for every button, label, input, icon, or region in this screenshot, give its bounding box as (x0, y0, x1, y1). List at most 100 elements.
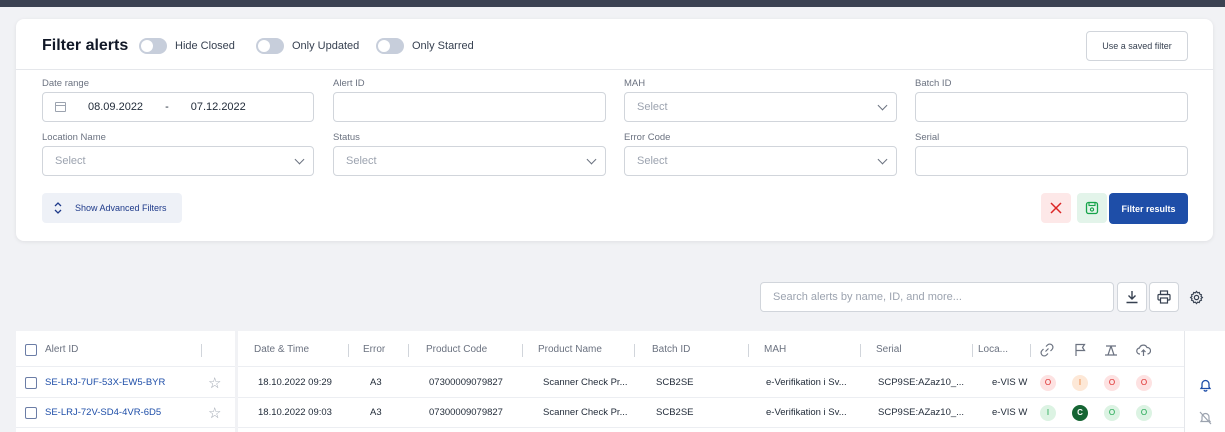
col-datetime[interactable]: Date & Time (254, 333, 309, 366)
cell-batch-id: SCB2SE (656, 407, 694, 418)
print-button[interactable] (1149, 282, 1179, 312)
status-badge[interactable]: O (1136, 404, 1152, 421)
cell-product-name: Scanner Check Pr... (543, 407, 628, 418)
close-icon (1050, 202, 1062, 214)
status-badge[interactable]: O (1136, 374, 1152, 391)
chevron-up-down-icon (54, 202, 62, 214)
alert-id-link[interactable]: SE-LRJ-72V-SD4-4VR-6D5 (45, 407, 161, 418)
chevron-down-icon (294, 154, 305, 165)
hide-closed-toggle[interactable]: Hide Closed (139, 38, 235, 54)
column-separator (408, 344, 409, 357)
date-range-field[interactable]: 08.09.2022 - 07.12.2022 (42, 92, 314, 122)
clear-filters-button[interactable] (1041, 193, 1071, 223)
chevron-down-icon (586, 154, 597, 165)
status-icon[interactable] (1104, 333, 1118, 366)
col-location[interactable]: Loca... (978, 333, 1008, 366)
calendar-icon (55, 102, 66, 112)
alerts-table-left: Alert ID SE-LRJ-7UF-53X-EW5-BYR ☆ SE-LRJ… (16, 331, 235, 432)
alert-id-link[interactable]: SE-LRJ-7UF-53X-EW5-BYR (45, 377, 165, 388)
column-separator (972, 344, 973, 357)
alert-id-label: Alert ID (333, 78, 365, 89)
col-batch-id[interactable]: Batch ID (652, 333, 690, 366)
error-code-label: Error Code (624, 132, 671, 143)
column-separator (522, 344, 523, 357)
status-badge[interactable]: O (1104, 404, 1120, 421)
batch-id-input[interactable] (915, 92, 1188, 122)
flag-icon[interactable] (1074, 333, 1087, 366)
only-starred-toggle[interactable]: Only Starred (376, 38, 474, 54)
settings-button[interactable] (1181, 282, 1211, 312)
alert-id-input[interactable] (333, 92, 606, 122)
row-checkbox[interactable] (25, 376, 37, 389)
use-saved-filter-button[interactable]: Use a saved filter (1086, 31, 1188, 61)
cell-datetime: 18.10.2022 09:29 (258, 377, 332, 388)
row-actions-column (1184, 331, 1225, 432)
star-icon[interactable]: ☆ (208, 374, 221, 392)
location-name-label: Location Name (42, 132, 106, 143)
only-updated-toggle[interactable]: Only Updated (256, 38, 359, 54)
cell-datetime: 18.10.2022 09:03 (258, 407, 332, 418)
table-row[interactable]: SE-LRJ-72V-SD4-4VR-6D5 ☆ (16, 398, 235, 428)
chevron-down-icon (877, 100, 888, 111)
download-icon (1126, 291, 1138, 304)
batch-id-label: Batch ID (915, 78, 952, 89)
serial-input[interactable] (915, 146, 1188, 176)
download-button[interactable] (1117, 282, 1147, 312)
col-error[interactable]: Error (363, 333, 385, 366)
cell-serial: SCP9SE:AZaz10_... (878, 407, 965, 418)
star-icon[interactable]: ☆ (208, 404, 221, 422)
filter-panel: Filter alerts Hide Closed Only Updated O… (16, 19, 1213, 241)
status-badge[interactable]: O (1040, 374, 1056, 391)
status-badge[interactable]: C (1072, 404, 1088, 421)
table-row[interactable]: 18.10.2022 09:03 A3 07300009079827 Scann… (238, 398, 1184, 428)
select-all-checkbox[interactable] (25, 343, 37, 356)
col-alert-id[interactable]: Alert ID (45, 333, 78, 366)
cell-location: e-VIS W (992, 407, 1028, 418)
filter-results-button[interactable]: Filter results (1109, 193, 1188, 224)
table-row[interactable]: SE-LRJ-7UF-53X-EW5-BYR ☆ (16, 368, 235, 398)
mah-select[interactable]: Select (624, 92, 897, 122)
toggle-switch[interactable] (256, 38, 284, 54)
table-header: Date & Time Error Product Code Product N… (238, 333, 1184, 367)
cell-serial: SCP9SE:AZaz10_... (878, 377, 965, 388)
error-code-select[interactable]: Select (624, 146, 897, 176)
col-mah[interactable]: MAH (764, 333, 786, 366)
toggle-label: Hide Closed (175, 40, 235, 52)
search-input[interactable]: Search alerts by name, ID, and more... (760, 282, 1114, 312)
date-from: 08.09.2022 (88, 101, 144, 113)
bell-off-icon[interactable] (1199, 411, 1212, 428)
row-checkbox[interactable] (25, 406, 37, 419)
cell-mah: e-Verifikation i Sv... (766, 377, 847, 388)
toggle-switch[interactable] (139, 38, 167, 54)
show-advanced-filters-button[interactable]: Show Advanced Filters (42, 193, 182, 223)
col-serial[interactable]: Serial (876, 333, 902, 366)
filter-title: Filter alerts (42, 37, 129, 54)
error-code-select-value: Select (637, 155, 668, 167)
toggle-switch[interactable] (376, 38, 404, 54)
link-icon[interactable] (1040, 333, 1054, 366)
status-badge[interactable]: I (1040, 404, 1056, 421)
save-filter-button[interactable] (1077, 193, 1107, 223)
cell-error: A3 (370, 377, 382, 388)
cell-product-code: 07300009079827 (429, 377, 503, 388)
status-badge[interactable]: I (1072, 374, 1088, 391)
location-name-select[interactable]: Select (42, 146, 314, 176)
col-product-code[interactable]: Product Code (426, 333, 487, 366)
status-select[interactable]: Select (333, 146, 606, 176)
cell-error: A3 (370, 407, 382, 418)
cloud-upload-icon[interactable] (1136, 333, 1151, 366)
col-product-name[interactable]: Product Name (538, 333, 602, 366)
toggle-label: Only Updated (292, 40, 360, 52)
mah-label: MAH (624, 78, 646, 89)
serial-label: Serial (915, 132, 940, 143)
column-separator (201, 344, 202, 357)
divider (16, 69, 1213, 70)
bell-icon[interactable] (1199, 378, 1212, 395)
column-separator (348, 344, 349, 357)
table-row[interactable]: 18.10.2022 09:29 A3 07300009079827 Scann… (238, 368, 1184, 398)
print-icon (1157, 290, 1171, 304)
column-separator (1030, 344, 1031, 357)
cell-product-name: Scanner Check Pr... (543, 377, 628, 388)
gear-icon (1189, 290, 1203, 304)
status-badge[interactable]: O (1104, 374, 1120, 391)
